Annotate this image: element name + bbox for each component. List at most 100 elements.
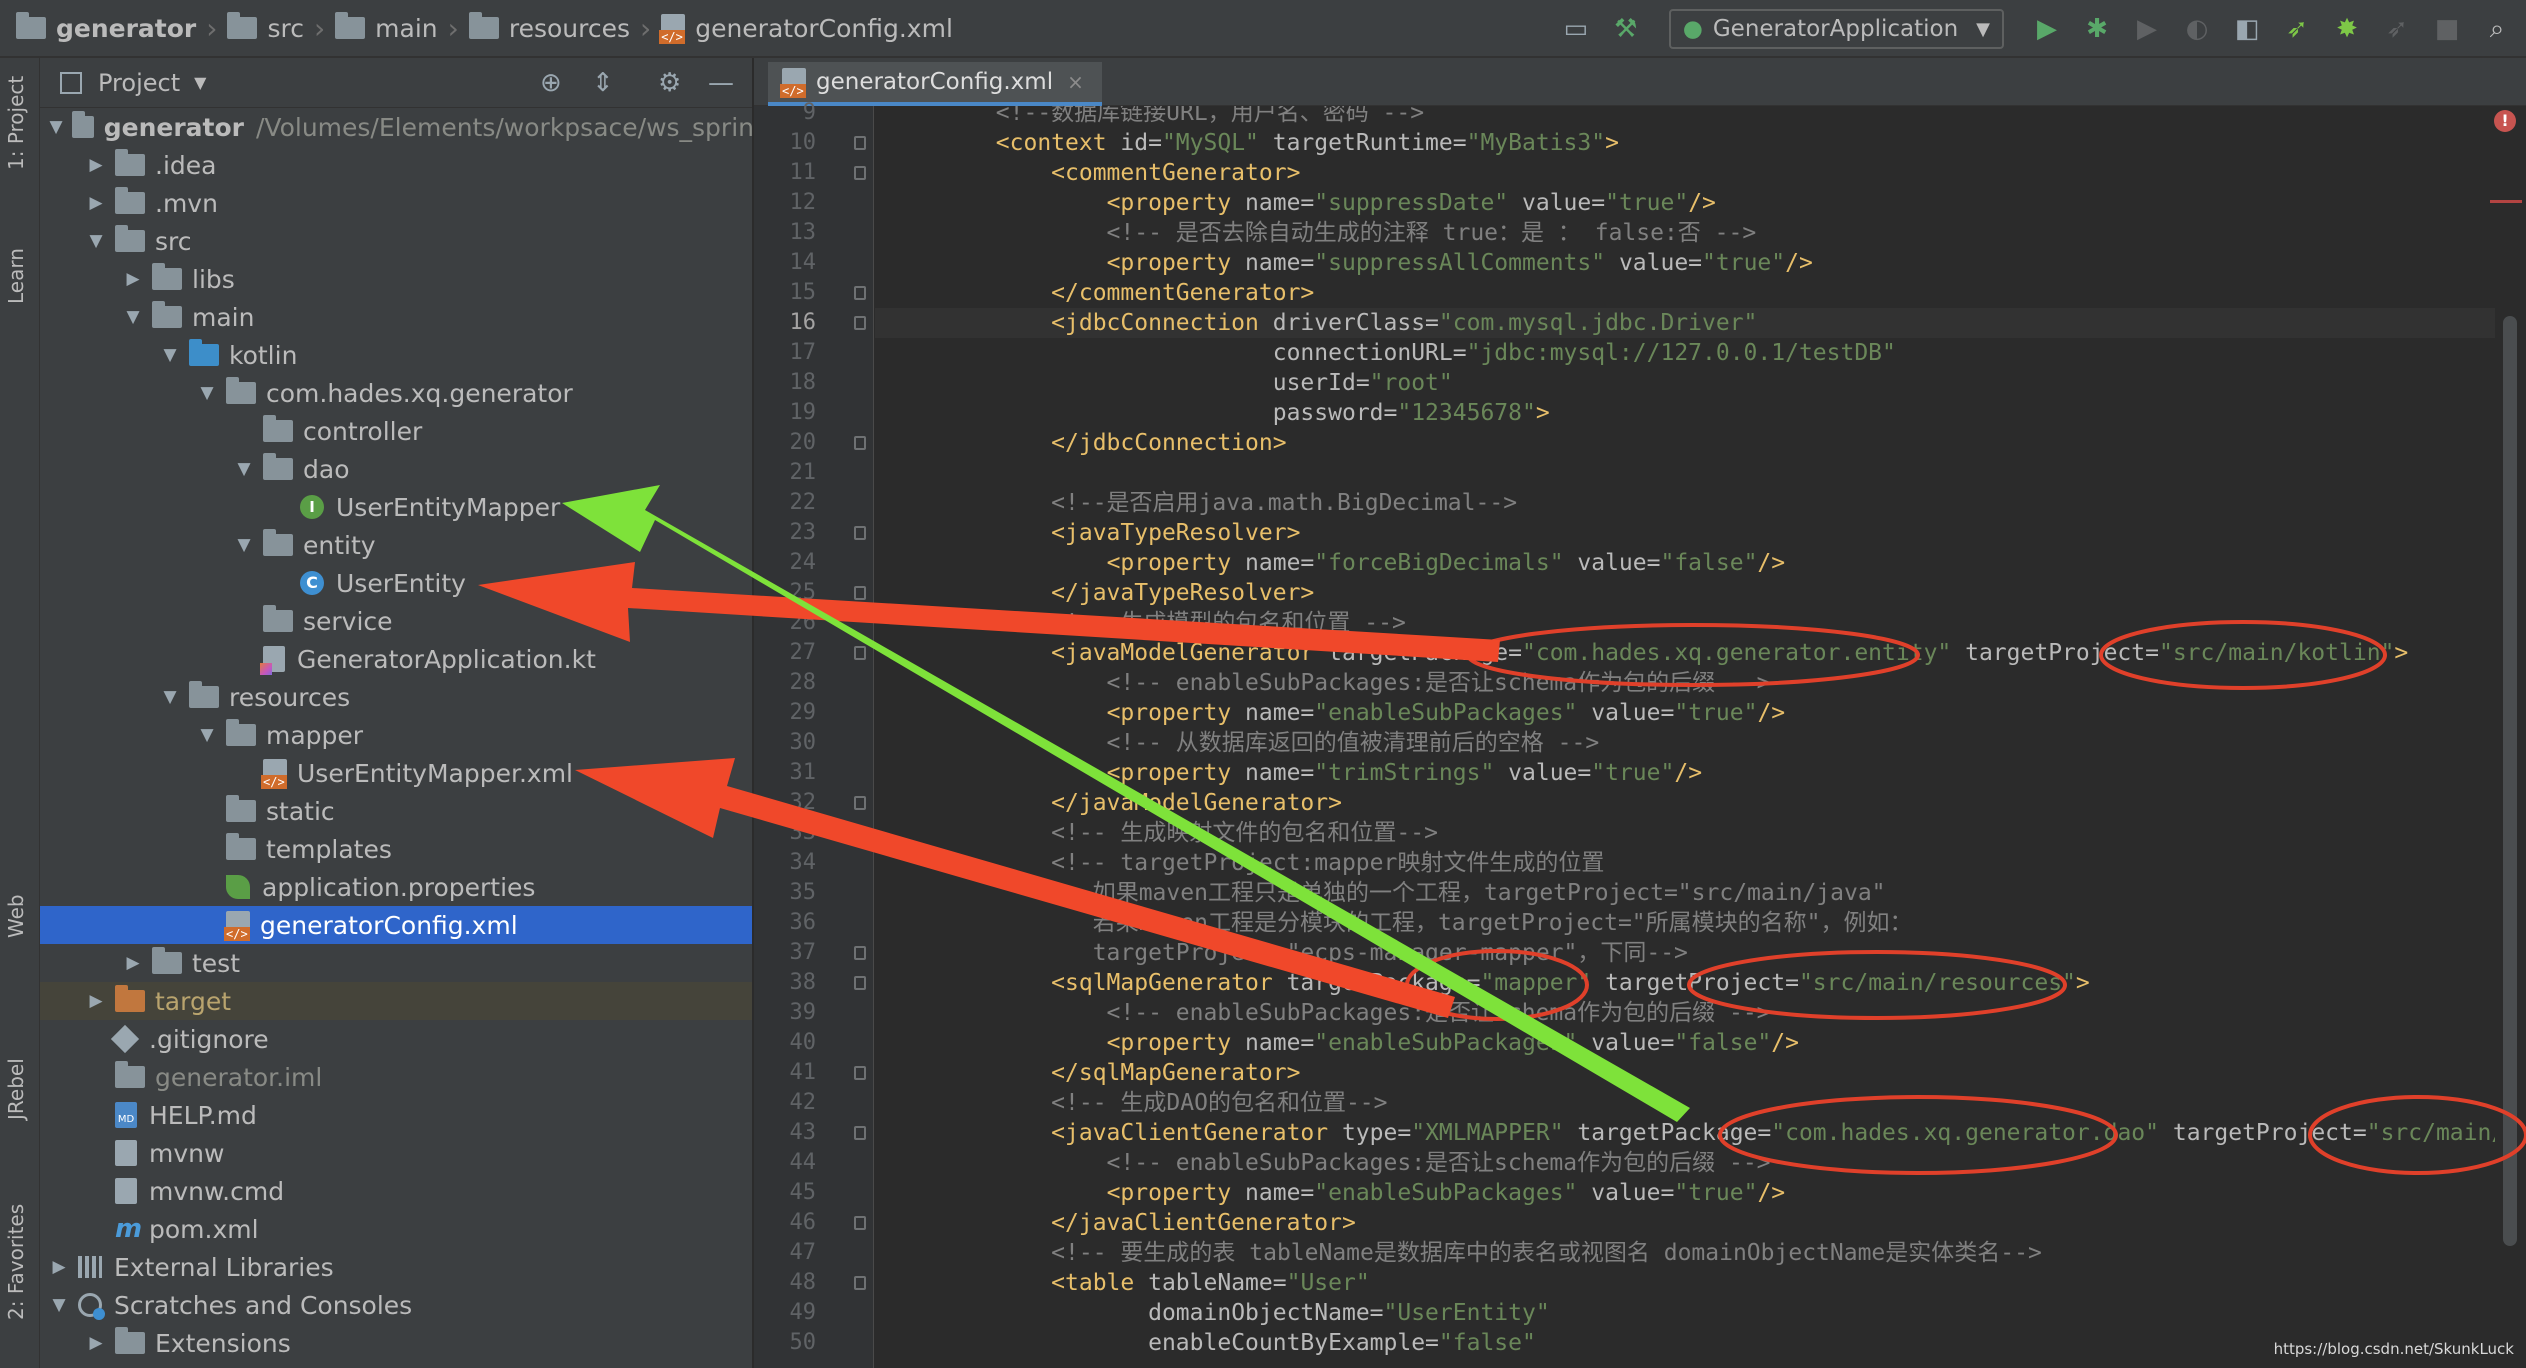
tree-item[interactable]: ·.gitignore <box>40 1020 752 1058</box>
breadcrumb-item-file[interactable]: generatorConfig.xml <box>659 14 953 44</box>
fold-marker-icon[interactable] <box>854 1126 866 1140</box>
tree-item[interactable]: ▼ resources <box>40 678 752 716</box>
tree-item[interactable]: ▶ .idea <box>40 146 752 184</box>
build-hammer-icon[interactable]: ⚒ <box>1611 14 1641 44</box>
stop-icon[interactable]: ■ <box>2432 14 2462 44</box>
tree-item[interactable]: ▼ generator/Volumes/Elements/workpsace/ws… <box>40 108 752 146</box>
jrebel-debug-icon[interactable]: ✸ <box>2332 14 2362 44</box>
debug-icon[interactable]: ✱ <box>2082 14 2112 44</box>
expand-arrow-icon[interactable]: ▼ <box>233 535 255 555</box>
fold-marker-icon[interactable] <box>854 1216 866 1230</box>
breadcrumb-item-main[interactable]: main <box>335 12 438 43</box>
fold-marker-icon[interactable] <box>854 286 866 300</box>
fold-marker-icon[interactable] <box>854 1276 866 1290</box>
tree-item[interactable]: ·templates <box>40 830 752 868</box>
collapse-arrow-icon[interactable]: ▶ <box>85 1333 107 1353</box>
tree-item[interactable]: ·CUserEntity <box>40 564 752 602</box>
tree-item[interactable]: ·mvnw.cmd <box>40 1172 752 1210</box>
jrebel-icon[interactable]: ➶ <box>2382 14 2412 44</box>
search-icon[interactable]: ⌕ <box>2482 14 2512 44</box>
tree-item[interactable]: ·UserEntityMapper.xml <box>40 754 752 792</box>
breadcrumb-item-generator[interactable]: generator <box>16 12 196 43</box>
tree-item[interactable]: ▶ target <box>40 982 752 1020</box>
tree-item[interactable]: ▼ entity <box>40 526 752 564</box>
fold-marker-icon[interactable] <box>854 826 866 840</box>
fold-marker-icon[interactable] <box>854 136 866 150</box>
tree-item[interactable]: ·generatorConfig.xml <box>40 906 752 944</box>
expand-arrow-icon[interactable]: ▼ <box>196 725 218 745</box>
fold-marker-icon[interactable] <box>854 586 866 600</box>
tree-item[interactable]: ·controller <box>40 412 752 450</box>
error-stripe-marker[interactable] <box>2490 200 2522 203</box>
run-configuration-select[interactable]: ● GeneratorApplication ▼ <box>1668 9 2004 49</box>
expand-arrow-icon[interactable]: ▼ <box>85 231 107 251</box>
tree-item[interactable]: ▶ .mvn <box>40 184 752 222</box>
fold-marker-icon[interactable] <box>854 436 866 450</box>
expand-arrow-icon[interactable]: ▼ <box>159 345 181 365</box>
tool-tab-jrebel[interactable]: JRebel <box>4 1058 28 1120</box>
editor-scrollbar[interactable] <box>2495 106 2526 1368</box>
fold-marker-icon[interactable] <box>854 796 866 810</box>
tree-item[interactable]: ·mvnw <box>40 1134 752 1172</box>
tab-generatorconfig-xml[interactable]: generatorConfig.xml × <box>768 62 1102 106</box>
tool-tab-favorites[interactable]: 2: Favorites <box>4 1204 28 1320</box>
tree-item[interactable]: ·MDHELP.md <box>40 1096 752 1134</box>
collapse-arrow-icon[interactable]: ▶ <box>85 193 107 213</box>
hide-panel-icon[interactable]: — <box>708 68 734 98</box>
expand-arrow-icon[interactable]: ▼ <box>196 383 218 403</box>
project-view-selector[interactable]: Project <box>98 69 180 97</box>
editor-gutter[interactable]: 9 10 11 12 13 14 15 16 17 18 19 20 21 22 23 24 25 26 27 28 2… <box>754 100 874 1368</box>
tree-item[interactable]: ·static <box>40 792 752 830</box>
run-coverage-icon[interactable]: ▶ <box>2132 14 2162 44</box>
expand-arrow-icon[interactable]: ▼ <box>48 117 64 137</box>
tree-item[interactable]: ·service <box>40 602 752 640</box>
run-icon[interactable]: ▶ <box>2032 14 2062 44</box>
fold-marker-icon[interactable] <box>854 316 866 330</box>
fold-marker-icon[interactable] <box>854 166 866 180</box>
expand-arrow-icon[interactable]: ▼ <box>122 307 144 327</box>
collapse-arrow-icon[interactable]: ▶ <box>85 991 107 1011</box>
tool-tab-web[interactable]: Web <box>4 894 28 938</box>
close-icon[interactable]: × <box>1067 70 1084 94</box>
collapse-all-icon[interactable]: ⇕ <box>592 68 614 98</box>
expand-arrow-icon[interactable]: ▼ <box>159 687 181 707</box>
expand-arrow-icon[interactable]: ▼ <box>48 1295 70 1315</box>
gear-icon[interactable]: ⚙ <box>658 68 681 98</box>
breadcrumb-item-src[interactable]: src <box>227 12 304 43</box>
expand-arrow-icon[interactable]: ▼ <box>233 459 255 479</box>
tree-item[interactable]: ·application.properties <box>40 868 752 906</box>
fold-marker-icon[interactable] <box>854 1066 866 1080</box>
chevron-down-icon[interactable]: ▼ <box>194 73 206 92</box>
tree-item[interactable]: ▼ main <box>40 298 752 336</box>
profile-icon[interactable]: ◐ <box>2182 14 2212 44</box>
collapse-arrow-icon[interactable]: ▶ <box>122 269 144 289</box>
tree-item[interactable]: ▶ Extensions <box>40 1324 752 1362</box>
tree-item[interactable]: ▶ External Libraries <box>40 1248 752 1286</box>
tree-item[interactable]: ▶ libs <box>40 260 752 298</box>
tree-item[interactable]: ▼ mapper <box>40 716 752 754</box>
scrollbar-thumb[interactable] <box>2503 316 2517 1246</box>
tree-item[interactable]: ·GeneratorApplication.kt <box>40 640 752 678</box>
collapse-arrow-icon[interactable]: ▶ <box>48 1257 70 1277</box>
error-indicator-icon[interactable]: ! <box>2494 110 2516 132</box>
tree-item[interactable]: ▶ test <box>40 944 752 982</box>
fold-marker-icon[interactable] <box>854 526 866 540</box>
collapse-arrow-icon[interactable]: ▶ <box>85 155 107 175</box>
tree-item[interactable]: ▼ Scratches and Consoles <box>40 1286 752 1324</box>
jrebel-run-icon[interactable]: ➶ <box>2282 14 2312 44</box>
breadcrumb-item-resources[interactable]: resources <box>468 12 630 43</box>
project-structure-icon[interactable]: ▭ <box>1561 14 1591 44</box>
locate-file-icon[interactable]: ⊕ <box>540 68 562 98</box>
tree-item[interactable]: ▼ com.hades.xq.generator <box>40 374 752 412</box>
tree-item[interactable]: ·mpom.xml <box>40 1210 752 1248</box>
collapse-arrow-icon[interactable]: ▶ <box>122 953 144 973</box>
code-editor[interactable]: <!--数据库链接URL，用户名、密码 --> <context id="MyS… <box>875 106 2495 1368</box>
tool-tab-project[interactable]: 1: Project <box>4 76 28 170</box>
tree-item[interactable]: ▼ dao <box>40 450 752 488</box>
fold-marker-icon[interactable] <box>854 976 866 990</box>
tree-item[interactable]: ▼ kotlin <box>40 336 752 374</box>
tree-item[interactable]: ▼ src <box>40 222 752 260</box>
fold-marker-icon[interactable] <box>854 646 866 660</box>
tool-tab-learn[interactable]: Learn <box>4 248 28 304</box>
fold-marker-icon[interactable] <box>854 946 866 960</box>
